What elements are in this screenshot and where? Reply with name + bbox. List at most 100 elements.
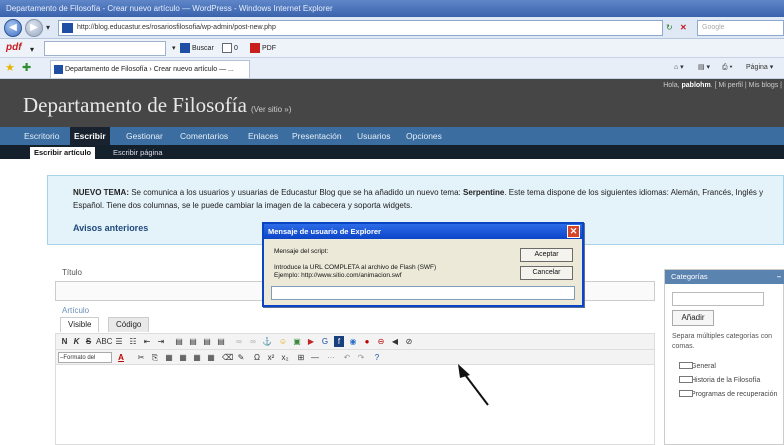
print-icon[interactable]: ⎙ ▾ (722, 61, 733, 75)
format-select[interactable]: –Formato del texto– ▾ (58, 352, 112, 372)
subscript-icon[interactable]: x₂ (280, 352, 290, 363)
home-icon[interactable]: ⌂ ▾ (674, 61, 684, 75)
flash-icon[interactable]: ⊘ (404, 336, 414, 347)
google-video-icon[interactable]: G (320, 336, 330, 347)
editor-body[interactable] (55, 365, 655, 445)
category-item[interactable]: Historia de la Filosofía (679, 376, 779, 385)
superscript-icon[interactable]: x² (266, 352, 276, 363)
stop-media-icon[interactable]: ⊖ (376, 336, 386, 347)
media-icon[interactable]: ◉ (348, 336, 358, 347)
category-item[interactable]: General (679, 362, 779, 371)
italic-icon[interactable]: K (72, 336, 81, 347)
undo-icon[interactable]: ↶ (342, 352, 352, 363)
abbr-icon[interactable]: ABC (96, 336, 112, 347)
menu-escritorio[interactable]: Escritorio (24, 127, 59, 145)
bold-icon[interactable]: N (60, 336, 69, 347)
cut-icon[interactable]: ✂ (136, 352, 146, 363)
page-menu[interactable]: Página ▾ (746, 61, 773, 75)
align-justify-icon[interactable]: ▤ (216, 336, 226, 347)
add-category-button[interactable]: Añadir (672, 310, 714, 326)
youtube-icon[interactable]: ▶ (306, 336, 316, 347)
close-icon[interactable]: ✕ (567, 225, 580, 238)
categories-heading[interactable]: Categorías – (665, 270, 784, 284)
menu-comentarios[interactable]: Comentarios (180, 127, 228, 145)
favorites-star-icon[interactable]: ★ (5, 61, 15, 75)
unlink-icon[interactable]: ∞ (248, 336, 258, 347)
align-right-icon[interactable]: ▤ (202, 336, 212, 347)
refresh-icon[interactable]: ↻ (666, 20, 673, 36)
dialog-label: Mensaje del script: (274, 248, 329, 255)
menu-enlaces[interactable]: Enlaces (248, 127, 278, 145)
paste-text-icon[interactable]: ▦ (178, 352, 188, 363)
user-links[interactable]: . [ Mi perfil | Mis blogs | (711, 82, 782, 89)
stop-icon[interactable]: ✕ (680, 20, 687, 36)
menu-usuarios[interactable]: Usuarios (357, 127, 391, 145)
category-checkbox[interactable] (679, 362, 693, 369)
feeds-icon[interactable]: ▤ ▾ (698, 61, 710, 75)
more-icon[interactable]: ⋯ (326, 352, 336, 363)
back-icon[interactable]: ◀ (4, 19, 22, 37)
record-icon[interactable]: ● (362, 336, 372, 347)
emoticon-icon[interactable]: ☺ (278, 336, 288, 347)
redo-icon[interactable]: ↷ (356, 352, 366, 363)
strikethrough-icon[interactable]: S (84, 336, 93, 347)
search-input[interactable]: Google (697, 20, 784, 36)
submenu-escribir-pagina[interactable]: Escribir página (113, 147, 163, 159)
menu-escribir[interactable]: Escribir (70, 127, 110, 145)
wp-header: Departamento de Filosofía (Ver sitio ») H… (0, 79, 784, 127)
avisos-anteriores-link[interactable]: Avisos anteriores (73, 223, 148, 233)
history-dropdown-icon[interactable]: ▾ (46, 20, 50, 36)
forward-icon[interactable]: ▶ (25, 19, 43, 37)
category-checkbox[interactable] (679, 376, 693, 383)
anchor-icon[interactable]: ⚓ (262, 336, 272, 347)
user-info: Hola, pablohm. [ Mi perfil | Mis blogs | (663, 82, 782, 89)
url-input[interactable] (271, 286, 575, 300)
align-center-icon[interactable]: ▤ (188, 336, 198, 347)
cancel-button[interactable]: Cancelar (520, 266, 573, 280)
select-all-icon[interactable]: ▦ (206, 352, 216, 363)
counter-button[interactable]: 0 (222, 41, 238, 56)
ver-sitio-link[interactable]: (Ver sitio ») (251, 105, 291, 114)
paste-icon[interactable]: ▦ (164, 352, 174, 363)
image-icon[interactable]: ▣ (292, 336, 302, 347)
category-checkbox[interactable] (679, 390, 693, 397)
menu-opciones[interactable]: Opciones (406, 127, 442, 145)
link-icon[interactable]: ∞ (234, 336, 244, 347)
category-item[interactable]: Programas de recuperación (679, 390, 779, 399)
omega-icon[interactable]: Ω (252, 352, 262, 363)
submenu-escribir-articulo[interactable]: Escribir artículo (30, 147, 96, 159)
numbered-list-icon[interactable]: ☷ (128, 336, 138, 347)
add-favorites-icon[interactable]: ✚ (22, 61, 31, 75)
copy-icon[interactable]: ⎘ (150, 352, 160, 363)
pdf-dropdown-icon[interactable]: ▾ (30, 42, 34, 57)
new-category-input[interactable] (672, 292, 764, 306)
bullet-list-icon[interactable]: ☰ (114, 336, 124, 347)
menu-presentacion[interactable]: Presentación (292, 127, 342, 145)
menu-gestionar[interactable]: Gestionar (126, 127, 163, 145)
explorer-prompt-dialog: Mensaje de usuario de Explorer ✕ Mensaje … (262, 222, 584, 307)
tab-codigo[interactable]: Código (108, 317, 150, 332)
align-left-icon[interactable]: ▤ (174, 336, 184, 347)
paste-word-icon[interactable]: ▦ (192, 352, 202, 363)
hr-icon[interactable]: — (310, 352, 320, 363)
buscar-button[interactable]: Buscar (180, 41, 214, 56)
accept-button[interactable]: Aceptar (520, 248, 573, 262)
browser-tab[interactable]: Departamento de Filosofía › Crear nuevo … (50, 60, 250, 78)
tab-visible[interactable]: Visible (60, 317, 100, 332)
outdent-icon[interactable]: ⇤ (142, 336, 152, 347)
flickr-icon[interactable]: f (334, 336, 344, 347)
toolbar-dropdown-icon[interactable]: ▾ (172, 41, 176, 56)
indent-icon[interactable]: ⇥ (156, 336, 166, 347)
site-favicon (62, 23, 73, 33)
text-color-icon[interactable]: A (116, 352, 126, 363)
edit-css-icon[interactable]: ✎ (236, 352, 246, 363)
help-icon[interactable]: ? (372, 352, 382, 363)
collapse-icon[interactable]: – (777, 270, 781, 284)
cleanup-icon[interactable]: ⌫ (222, 352, 233, 363)
user-name[interactable]: pablohm (682, 82, 711, 89)
pdf-button[interactable]: PDF (250, 41, 276, 56)
table-icon[interactable]: ⊞ (296, 352, 306, 363)
address-bar[interactable]: http://blog.educastur.es/rosariosfilosof… (58, 20, 663, 36)
toolbar-search-input[interactable] (44, 41, 166, 56)
audio-icon[interactable]: ◀ (390, 336, 400, 347)
